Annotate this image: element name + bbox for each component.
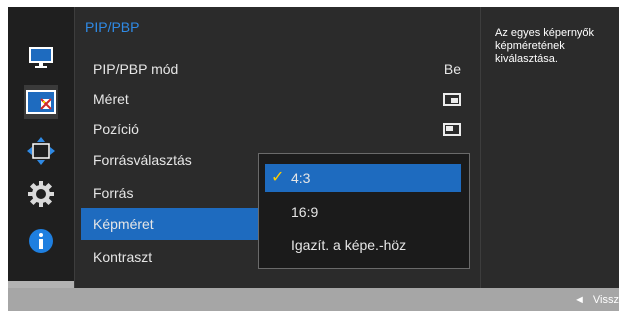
option-label: 4:3 [291,170,311,186]
menu-item-label: Képméret [93,216,154,232]
menu-item-label: Pozíció [93,121,139,137]
picture-icon[interactable] [24,85,58,119]
back-label: Vissz [592,294,619,306]
help-text: Az egyes képernyők képméretének kiválasz… [495,27,595,65]
left-icon-bar [8,7,74,281]
settings-gear-icon[interactable] [24,177,58,211]
back-arrow-icon: ◄ [574,294,585,306]
menu-item-position[interactable]: Pozíció [75,113,481,145]
menu-item-label: Forrás [93,185,134,201]
size-small-icon [443,93,461,106]
dropdown-option-16-9[interactable]: 16:9 [265,198,461,226]
back-button[interactable]: ◄ Vissz [574,294,619,306]
help-panel: Az egyes képernyők képméretének kiválasz… [480,7,619,288]
dropdown-option-4-3[interactable]: ✓ 4:3 [265,164,461,192]
monitor-icon[interactable] [24,41,58,75]
check-icon: ✓ [271,169,285,186]
position-top-left-icon [443,123,461,136]
menu-item-label: Forrásválasztás [93,152,192,168]
option-label: 16:9 [291,204,319,220]
menu-item-label: Kontraszt [93,249,153,265]
menu-title: PIP/PBP [85,19,140,35]
menu-item-pip-pbp-mode[interactable]: PIP/PBP mód Be [75,53,481,85]
info-icon[interactable] [24,224,58,258]
dropdown-option-fit[interactable]: Igazít. a képe.-höz [265,231,461,259]
menu-item-size[interactable]: Méret [75,83,481,115]
position-arrows-icon[interactable] [24,134,58,168]
picture-size-dropdown: ✓ 4:3 16:9 Igazít. a képe.-höz [258,153,470,269]
menu-item-label: PIP/PBP mód [93,61,179,77]
menu-item-label: Méret [93,91,129,107]
bottom-bar: ◄ Vissz [8,288,619,311]
menu-item-value: Be [443,61,461,77]
option-label: Igazít. a képe.-höz [291,237,407,253]
